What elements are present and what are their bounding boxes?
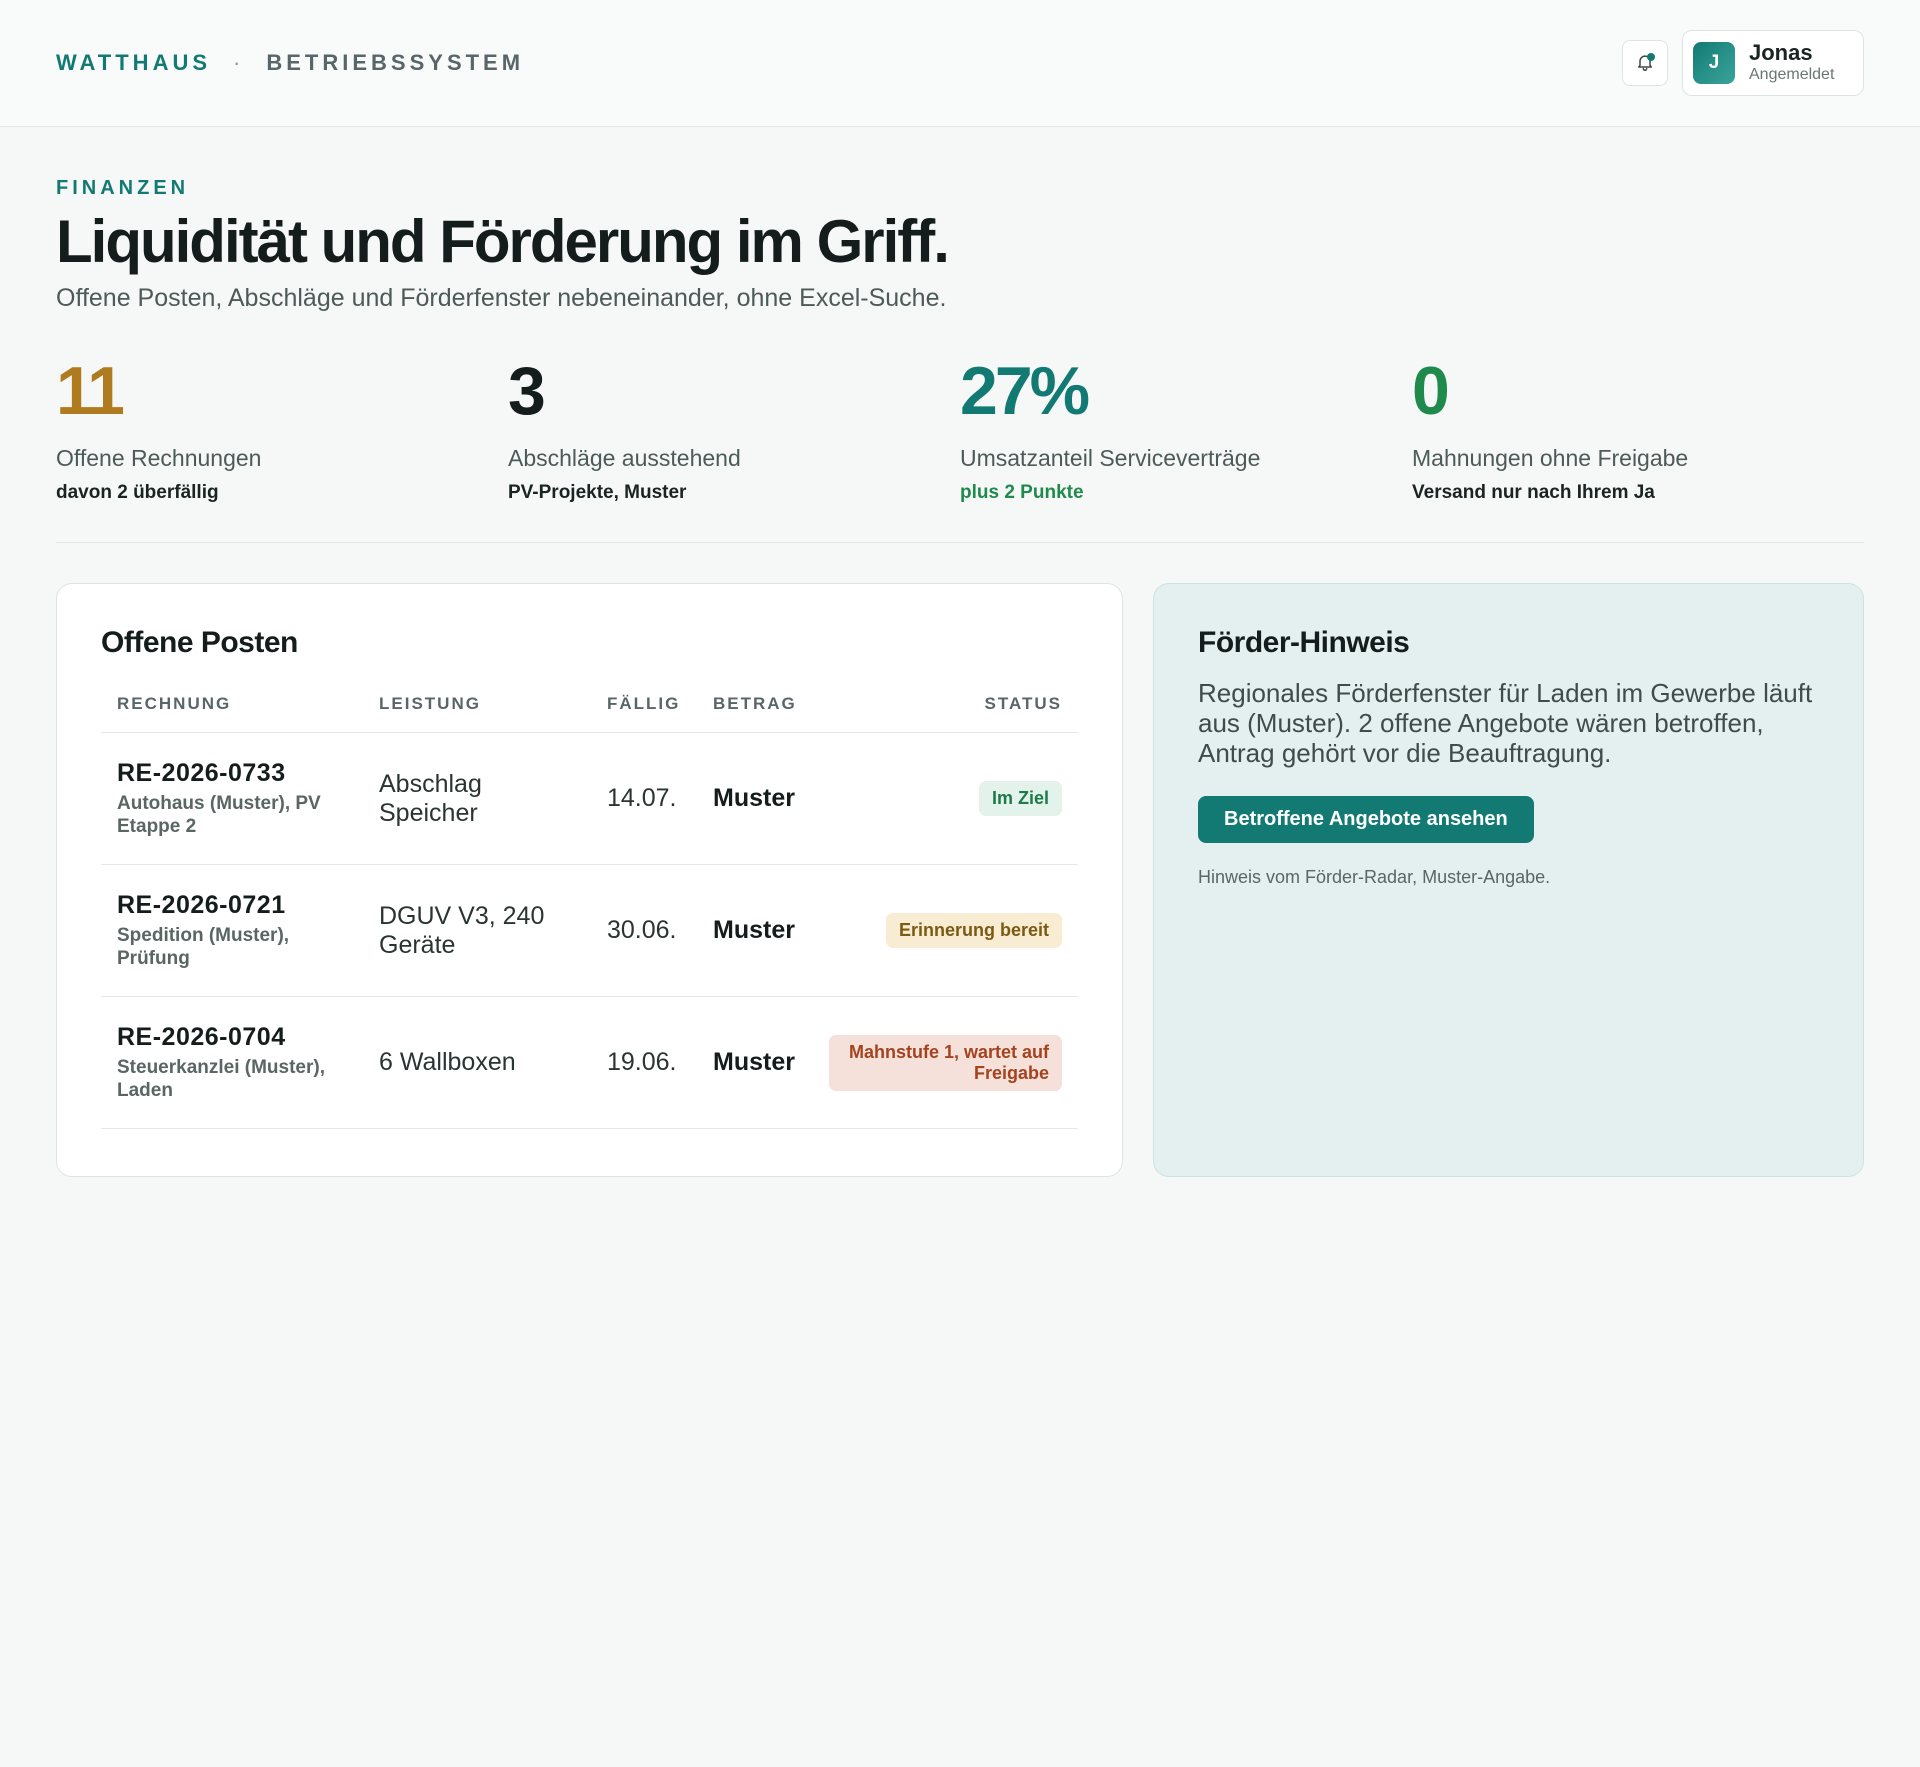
status-badge: Erinnerung bereit — [885, 913, 1062, 948]
user-name: Jonas — [1749, 40, 1813, 65]
service-text: Abschlag Speicher — [379, 769, 482, 827]
avatar: J — [1693, 42, 1735, 84]
service-text: DGUV V3, 240 Geräte — [379, 901, 545, 959]
column-header-status[interactable]: STATUS — [812, 682, 1078, 733]
section-eyebrow: FINANZEN — [56, 177, 190, 199]
invoice-client: Steuerkanzlei (Muster), Laden — [117, 1057, 325, 1101]
page-title: Liquidität und Förderung im Griff. — [56, 208, 950, 275]
status-cell: Im Ziel — [812, 732, 1078, 865]
card-title: Offene Posten — [101, 626, 298, 659]
open-items-table: RECHNUNG LEISTUNG FÄLLIG BETRAG STATUS R… — [101, 682, 1078, 1129]
status-cell: Mahnstufe 1, wartet auf Freigabe — [812, 996, 1078, 1129]
table-row[interactable]: RE-2026-0733 Autohaus (Muster), PV Etapp… — [101, 732, 1078, 865]
amount-cell: Muster — [697, 996, 813, 1129]
kpi-note: Versand nur nach Ihrem Ja — [1412, 482, 1655, 503]
invoice-id[interactable]: RE-2026-0704 — [117, 1023, 347, 1052]
invoice-client: Autohaus (Muster), PV Etappe 2 — [117, 793, 321, 837]
invoice-cell: RE-2026-0733 Autohaus (Muster), PV Etapp… — [101, 732, 363, 865]
user-info: Jonas Angemeldet — [1749, 41, 1834, 85]
column-header-due[interactable]: FÄLLIG — [591, 682, 697, 733]
kpi-label: Offene Rechnungen — [56, 445, 262, 471]
kpi-value: 0 — [1412, 353, 1450, 429]
amount-cell: Muster — [697, 732, 813, 865]
cards-row: Offene Posten RECHNUNG LEISTUNG FÄLLIG B… — [56, 583, 1864, 1177]
kpi-row: 11 Offene Rechnungen davon 2 überfällig … — [56, 355, 1864, 543]
kpi-service-share: 27% Umsatzanteil Serviceverträge plus 2 … — [960, 355, 1412, 504]
user-menu[interactable]: J Jonas Angemeldet — [1682, 30, 1864, 96]
open-items-card: Offene Posten RECHNUNG LEISTUNG FÄLLIG B… — [56, 583, 1123, 1177]
service-cell: Abschlag Speicher — [363, 732, 591, 865]
kpi-label: Umsatzanteil Serviceverträge — [960, 445, 1261, 471]
hint-footnote: Hinweis vom Förder-Radar, Muster-Angabe. — [1198, 867, 1551, 887]
status-badge: Mahnstufe 1, wartet auf Freigabe — [828, 1034, 1062, 1091]
due-date: 30.06. — [607, 916, 677, 944]
kpi-value: 11 — [56, 353, 125, 429]
kpi-label: Mahnungen ohne Freigabe — [1412, 445, 1689, 471]
due-cell: 19.06. — [591, 996, 697, 1129]
invoice-id[interactable]: RE-2026-0721 — [117, 891, 347, 920]
view-affected-offers-button[interactable]: Betroffene Angebote ansehen — [1198, 796, 1534, 843]
service-text: 6 Wallboxen — [379, 1048, 516, 1076]
column-header-invoice[interactable]: RECHNUNG — [101, 682, 363, 733]
user-status: Angemeldet — [1749, 66, 1835, 83]
brand[interactable]: WATTHAUS · BETRIEBSSYSTEM — [56, 50, 524, 76]
funding-hint-card: Förder-Hinweis Regionales Förderfenster … — [1153, 583, 1864, 1177]
main-content: FINANZEN Liquidität und Förderung im Gri… — [0, 127, 1920, 1177]
column-header-service[interactable]: LEISTUNG — [363, 682, 591, 733]
service-cell: 6 Wallboxen — [363, 996, 591, 1129]
table-row[interactable]: RE-2026-0704 Steuerkanzlei (Muster), Lad… — [101, 996, 1078, 1129]
table-row[interactable]: RE-2026-0721 Spedition (Muster), Prüfung… — [101, 864, 1078, 997]
amount-cell: Muster — [697, 864, 813, 997]
hint-body: Regionales Förderfenster für Laden im Ge… — [1198, 678, 1813, 768]
service-cell: DGUV V3, 240 Geräte — [363, 864, 591, 997]
due-date: 19.06. — [607, 1048, 677, 1076]
kpi-open-invoices: 11 Offene Rechnungen davon 2 überfällig — [56, 355, 508, 504]
kpi-note: plus 2 Punkte — [960, 482, 1084, 503]
column-header-amount[interactable]: BETRAG — [697, 682, 813, 733]
kpi-label: Abschläge ausstehend — [508, 445, 741, 471]
due-date: 14.07. — [607, 784, 677, 812]
header-actions: J Jonas Angemeldet — [1622, 30, 1864, 96]
amount-value: Muster — [713, 1048, 795, 1076]
status-badge: Im Ziel — [978, 781, 1062, 816]
kpi-value: 3 — [508, 353, 546, 429]
brand-system: BETRIEBSSYSTEM — [266, 50, 525, 75]
invoice-client: Spedition (Muster), Prüfung — [117, 925, 290, 969]
top-bar: WATTHAUS · BETRIEBSSYSTEM J Jonas Angeme… — [0, 0, 1920, 127]
brand-name: WATTHAUS — [56, 50, 212, 75]
notification-dot — [1647, 53, 1655, 61]
invoice-cell: RE-2026-0721 Spedition (Muster), Prüfung — [101, 864, 363, 997]
amount-value: Muster — [713, 916, 795, 944]
invoice-id[interactable]: RE-2026-0733 — [117, 759, 347, 788]
kpi-note: PV-Projekte, Muster — [508, 482, 687, 503]
kpi-value: 27% — [960, 353, 1090, 429]
page-subtitle: Offene Posten, Abschläge und Förderfenst… — [56, 284, 947, 312]
amount-value: Muster — [713, 784, 795, 812]
kpi-pending-installments: 3 Abschläge ausstehend PV-Projekte, Must… — [508, 355, 960, 504]
due-cell: 14.07. — [591, 732, 697, 865]
kpi-reminders-unapproved: 0 Mahnungen ohne Freigabe Versand nur na… — [1412, 355, 1864, 504]
notifications-button[interactable] — [1622, 40, 1668, 86]
invoice-cell: RE-2026-0704 Steuerkanzlei (Muster), Lad… — [101, 996, 363, 1129]
status-cell: Erinnerung bereit — [812, 864, 1078, 997]
hint-title: Förder-Hinweis — [1198, 626, 1410, 659]
due-cell: 30.06. — [591, 864, 697, 997]
kpi-note: davon 2 überfällig — [56, 482, 219, 503]
table-header-row: RECHNUNG LEISTUNG FÄLLIG BETRAG STATUS — [101, 682, 1078, 733]
brand-separator: · — [233, 50, 245, 75]
